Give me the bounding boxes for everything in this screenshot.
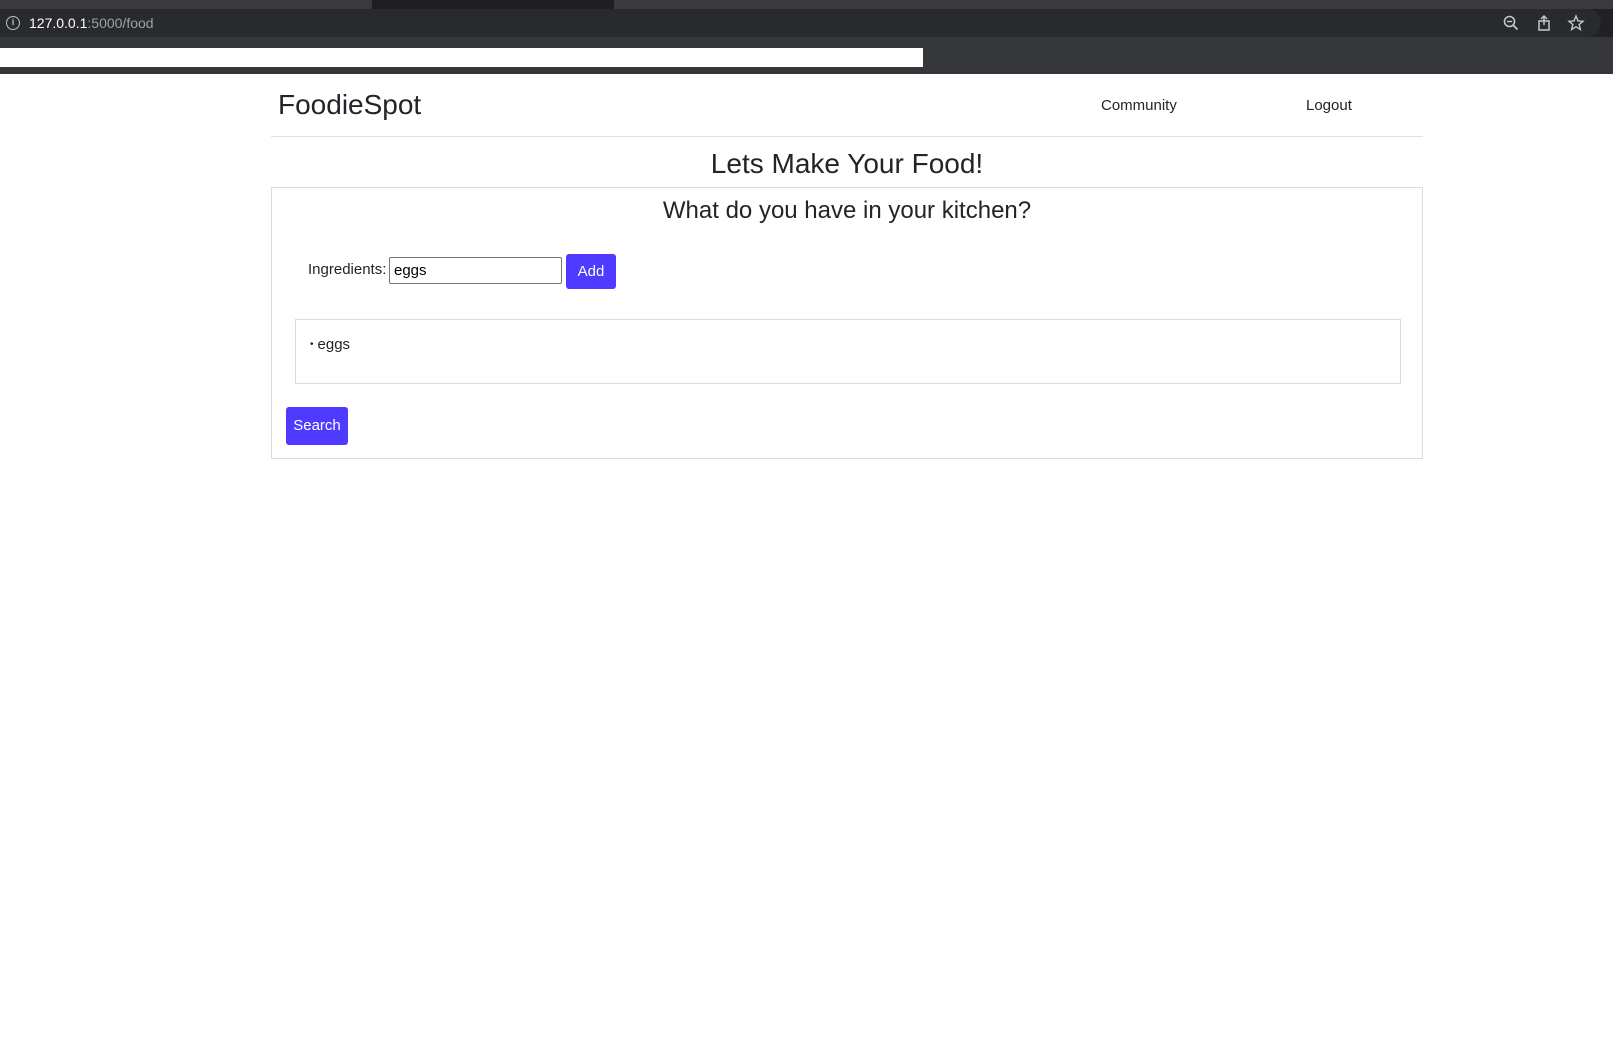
bullet-icon: • [310,339,314,350]
bookmarks-strip [0,48,923,67]
zoom-icon[interactable] [1502,14,1520,32]
navbar: FoodieSpot Community Logout [271,74,1423,137]
ingredients-input[interactable] [389,257,562,284]
ingredients-label: Ingredients: [308,261,387,278]
search-button[interactable]: Search [286,407,348,445]
brand-link[interactable]: FoodieSpot [278,88,421,122]
tab-strip [0,0,1613,9]
list-item: • eggs [310,336,350,354]
url-text[interactable]: 127.0.0.1:5000/food [29,15,154,31]
page-title: Lets Make Your Food! [710,148,984,179]
active-tab[interactable] [372,0,614,9]
bookmark-star-icon[interactable] [1567,14,1585,32]
ingredient-text: eggs [317,336,351,353]
ingredients-list: • eggs [295,319,1401,384]
share-icon[interactable] [1535,14,1553,32]
bookmarks-bar [0,37,1613,74]
page: FoodieSpot Community Logout Lets Make Yo… [0,74,1613,1042]
url-path: :5000/food [87,15,154,31]
url-host: 127.0.0.1 [29,15,88,31]
omnibox[interactable]: i 127.0.0.1:5000/food [0,9,1601,37]
ingredients-card: What do you have in your kitchen? Ingred… [271,187,1423,459]
address-bar: i 127.0.0.1:5000/food [0,9,1613,37]
info-icon[interactable]: i [6,16,20,30]
nav-community[interactable]: Community [1101,97,1177,115]
card-title: What do you have in your kitchen? [662,197,1032,224]
nav-logout[interactable]: Logout [1306,97,1352,115]
add-button[interactable]: Add [566,254,616,289]
